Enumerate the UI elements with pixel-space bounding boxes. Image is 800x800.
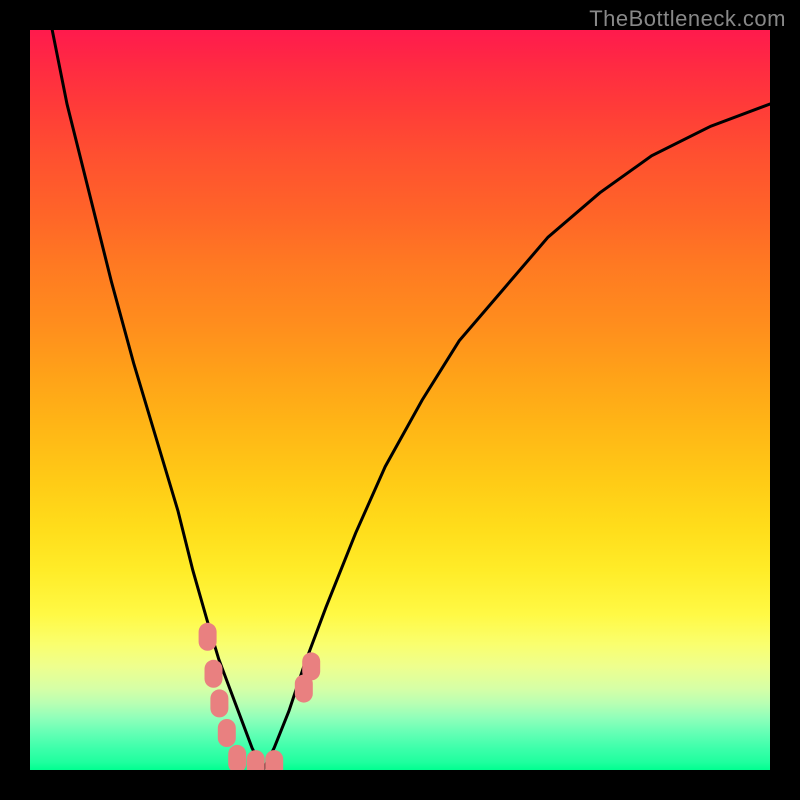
marker-dot xyxy=(210,689,228,717)
marker-dot xyxy=(265,750,283,770)
plot-area xyxy=(30,30,770,770)
right-curve xyxy=(263,104,770,770)
marker-dot xyxy=(218,719,236,747)
marker-dot xyxy=(302,652,320,680)
curve-svg xyxy=(30,30,770,770)
markers xyxy=(199,623,321,770)
marker-dot xyxy=(205,660,223,688)
chart-container: TheBottleneck.com xyxy=(0,0,800,800)
marker-dot xyxy=(199,623,217,651)
left-curve xyxy=(52,30,263,770)
watermark-text: TheBottleneck.com xyxy=(589,6,786,32)
marker-dot xyxy=(228,745,246,770)
marker-dot xyxy=(247,750,265,770)
